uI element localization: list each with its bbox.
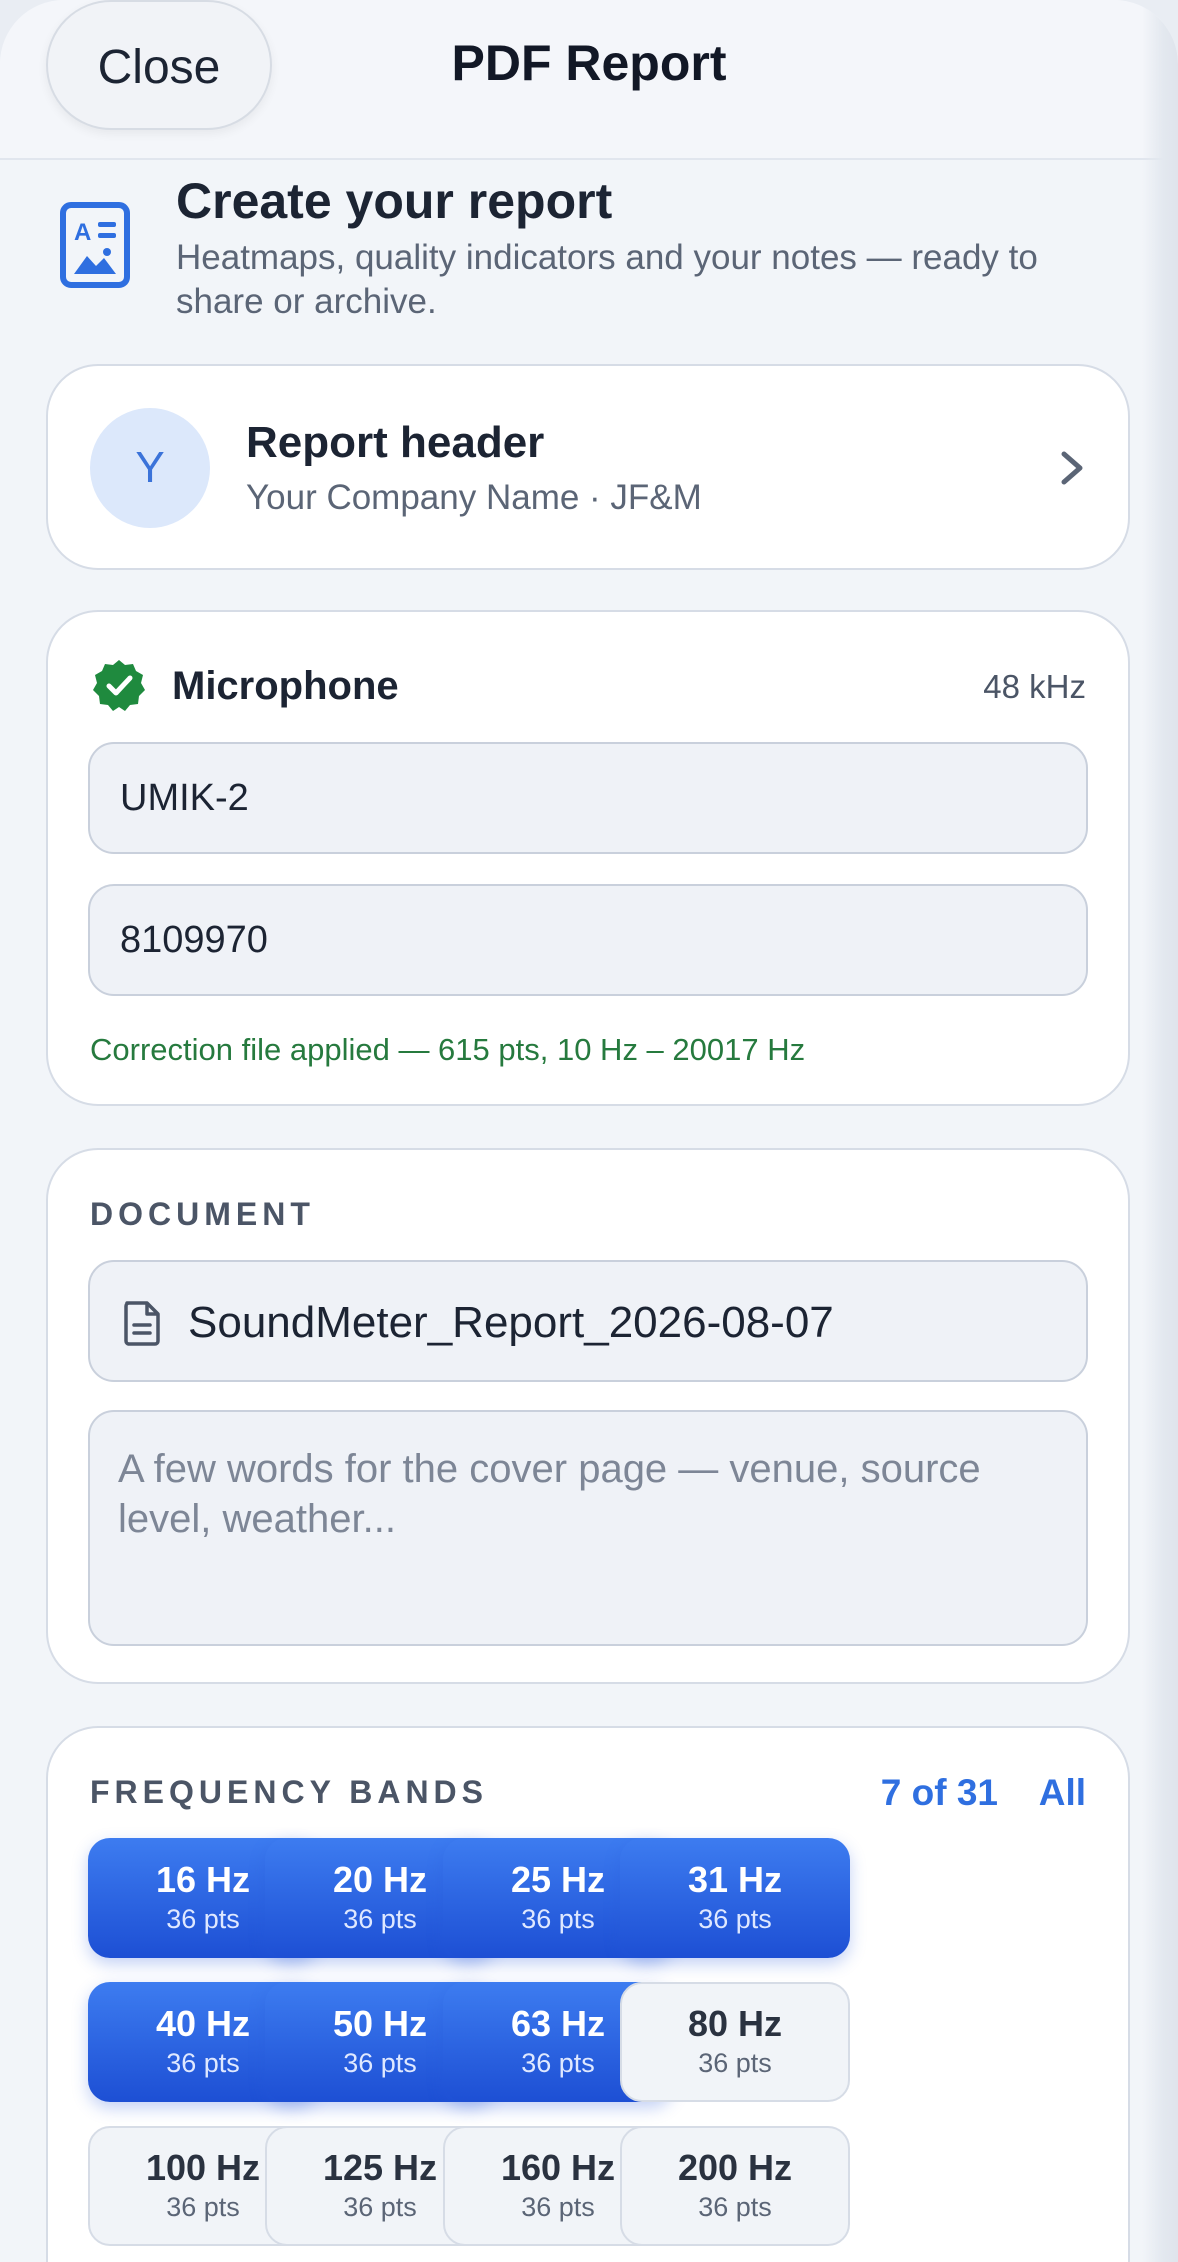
band-frequency: 125 Hz: [322, 2147, 438, 2188]
band-frequency: 160 Hz: [500, 2147, 616, 2188]
file-name-value: SoundMeter_Report_2026-08-07: [188, 1298, 834, 1347]
band-points: 36 pts: [343, 2192, 417, 2222]
intro-title: Create your report: [176, 173, 613, 229]
frequency-bands-card: FREQUENCY BANDS 7 of 31 All 16 Hz 36 pts 2…: [46, 1726, 1130, 2262]
correction-status: Correction file applied — 615 pts, 10 Hz…: [90, 1032, 806, 1067]
band-points: 36 pts: [166, 1904, 240, 1934]
microphone-title: Microphone: [172, 664, 399, 708]
band-frequency: 80 Hz: [687, 2003, 783, 2044]
avatar: Y: [90, 408, 210, 528]
mic-serial-field[interactable]: 8109970: [88, 884, 1088, 996]
band-frequency: 31 Hz: [687, 1859, 783, 1900]
band-chip[interactable]: 80 Hz 36 pts: [620, 1982, 850, 2102]
band-points: 36 pts: [166, 2192, 240, 2222]
document-icon: [124, 1301, 160, 1346]
band-points: 36 pts: [698, 1904, 772, 1934]
cover-notes-input[interactable]: A few words for the cover page — venue, …: [88, 1410, 1088, 1646]
band-points: 36 pts: [166, 2048, 240, 2078]
sample-rate: 48 kHz: [983, 668, 1086, 705]
band-frequency: 16 Hz: [155, 1859, 251, 1900]
band-points: 36 pts: [521, 2192, 595, 2222]
report-header-card[interactable]: Y Report header Your Company Name · JF&M: [46, 364, 1130, 570]
svg-text:A: A: [74, 219, 91, 246]
document-section-label: DOCUMENT: [90, 1196, 315, 1232]
band-chip[interactable]: 31 Hz 36 pts: [620, 1838, 850, 1958]
microphone-card: Microphone 48 kHz UMIK-2 8109970 Correct…: [46, 610, 1130, 1106]
report-header-subtitle: Your Company Name · JF&M: [246, 478, 702, 517]
verified-badge-icon: [93, 660, 145, 711]
page-title: PDF Report: [451, 35, 727, 91]
band-points: 36 pts: [343, 2048, 417, 2078]
report-doc-icon: A: [60, 202, 130, 288]
band-frequency: 25 Hz: [510, 1859, 606, 1900]
band-points: 36 pts: [521, 1904, 595, 1934]
band-points: 36 pts: [343, 1904, 417, 1934]
select-all-button[interactable]: All: [1039, 1772, 1086, 1814]
report-sheet: Close PDF Report A Create your report He…: [0, 0, 1178, 2262]
band-frequency: 20 Hz: [332, 1859, 428, 1900]
file-name-field[interactable]: SoundMeter_Report_2026-08-07: [88, 1260, 1088, 1382]
band-frequency: 100 Hz: [145, 2147, 261, 2188]
bands-selected-count: 7 of 31: [880, 1772, 998, 1813]
top-bar: Close PDF Report: [0, 0, 1178, 160]
document-card: DOCUMENT SoundMeter_Report_2026-08-07 A …: [46, 1148, 1130, 1684]
mic-model-field[interactable]: UMIK-2: [88, 742, 1088, 854]
intro-subtitle: Heatmaps, quality indicators and your no…: [176, 238, 1038, 321]
bands-section-label: FREQUENCY BANDS: [90, 1774, 488, 1810]
sheet-edge: [1142, 0, 1178, 2262]
band-frequency: 50 Hz: [332, 2003, 428, 2044]
band-frequency: 63 Hz: [510, 2003, 606, 2044]
band-frequency: 200 Hz: [677, 2147, 793, 2188]
report-header-title: Report header: [246, 418, 545, 467]
band-frequency: 40 Hz: [155, 2003, 251, 2044]
chevron-right-icon: [1061, 451, 1083, 485]
band-points: 36 pts: [698, 2192, 772, 2222]
band-chip[interactable]: 200 Hz 36 pts: [620, 2126, 850, 2246]
band-points: 36 pts: [698, 2048, 772, 2078]
band-points: 36 pts: [521, 2048, 595, 2078]
